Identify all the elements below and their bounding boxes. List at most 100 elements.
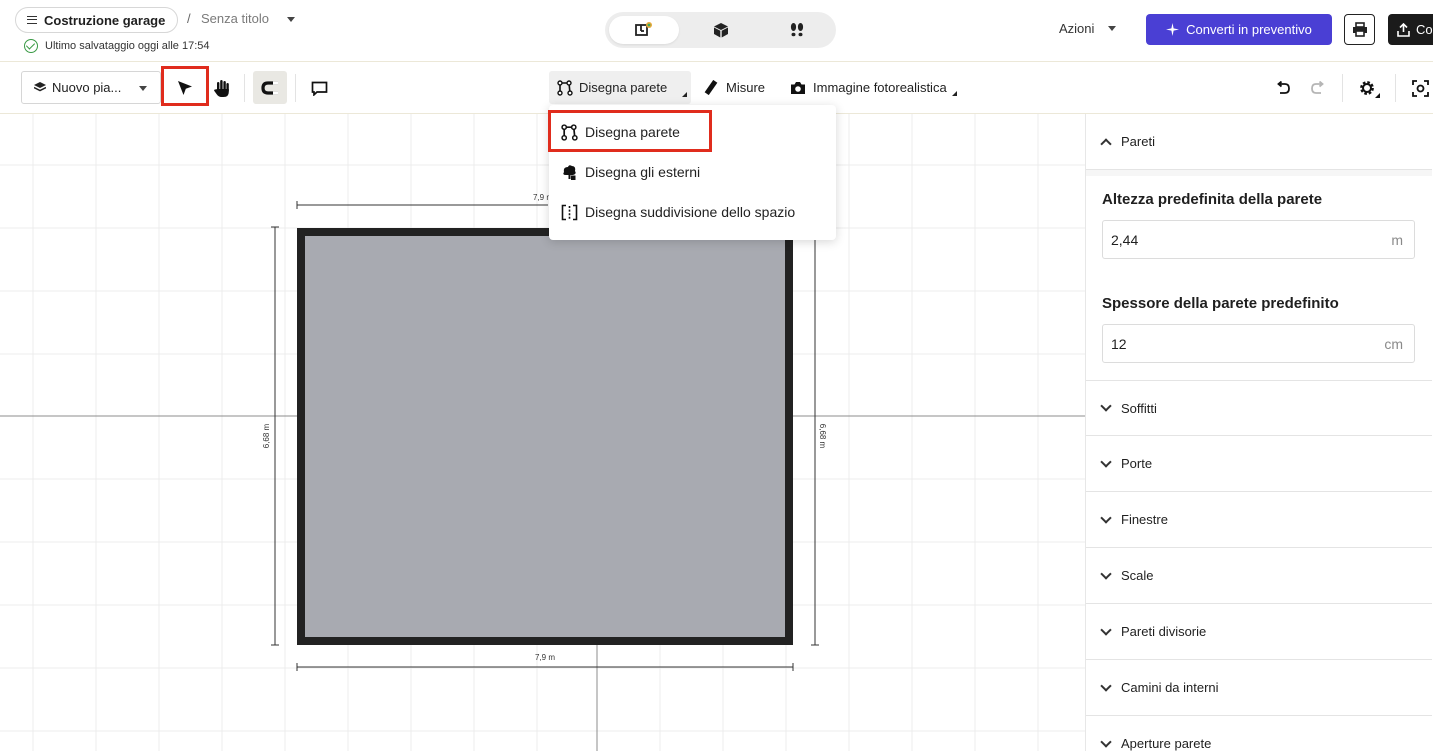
- section-doors-header[interactable]: Porte: [1086, 436, 1432, 492]
- hand-icon: [214, 79, 229, 97]
- sparkle-icon: [1166, 23, 1180, 36]
- cube-3d-icon: [714, 23, 728, 38]
- toolbar-divider: [1342, 74, 1343, 102]
- default-height-label: Altezza predefinita della parete: [1102, 191, 1323, 208]
- section-title: Scale: [1121, 568, 1154, 583]
- section-fireplaces-header[interactable]: Camini da interni: [1086, 660, 1432, 716]
- floor-label: Nuovo pia...: [52, 80, 122, 95]
- default-thickness-unit: cm: [1384, 336, 1403, 352]
- footprints-icon: [790, 23, 804, 37]
- dropdown-item-label: Disegna gli esterni: [585, 164, 701, 180]
- convert-label: Converti in preventivo: [1186, 22, 1312, 37]
- chevron-down-icon: [1108, 26, 1117, 31]
- photo-label: Immagine fotorealistica: [813, 80, 947, 95]
- gear-icon: [1360, 81, 1380, 98]
- ruler-icon: [704, 80, 718, 95]
- dropdown-item-draw-exterior[interactable]: Disegna gli esterni: [549, 152, 836, 192]
- title-caret-icon[interactable]: [287, 17, 295, 22]
- upload-icon: [1397, 22, 1410, 37]
- submenu-corner-icon: [951, 91, 957, 96]
- comment-icon: [311, 81, 327, 96]
- section-title: Porte: [1121, 456, 1153, 471]
- select-tool-highlight: [161, 66, 209, 106]
- section-walls-header[interactable]: Pareti: [1086, 114, 1432, 170]
- project-name: Costruzione garage: [44, 12, 166, 28]
- section-title: Pareti: [1121, 134, 1155, 149]
- photo-render-tool-button[interactable]: Immagine fotorealistica: [790, 80, 957, 96]
- room-garage[interactable]: [297, 228, 793, 645]
- view-3d-button[interactable]: [686, 16, 756, 44]
- redo-icon: [1310, 80, 1324, 94]
- print-button[interactable]: [1344, 14, 1375, 45]
- camera-icon: [791, 81, 805, 94]
- floor-select[interactable]: Nuovo pia...: [21, 71, 161, 104]
- toolbar-divider: [295, 74, 296, 102]
- section-windows-header[interactable]: Finestre: [1086, 492, 1432, 548]
- left-height-label: 6,68 m: [262, 423, 271, 448]
- section-title: Pareti divisorie: [1121, 624, 1207, 639]
- section-divider: [1086, 170, 1432, 176]
- section-ceilings-header[interactable]: Soffitti: [1086, 380, 1432, 436]
- fit-view-button[interactable]: [1408, 75, 1432, 101]
- section-title: Finestre: [1121, 512, 1168, 527]
- project-menu-button[interactable]: Costruzione garage: [15, 7, 179, 33]
- section-title: Soffitti: [1121, 400, 1157, 416]
- actions-menu[interactable]: Azioni: [1059, 21, 1117, 36]
- default-height-value: 2,44: [1111, 231, 1139, 248]
- breadcrumb-separator: /: [187, 11, 191, 26]
- comment-tool-button[interactable]: [307, 75, 331, 101]
- bottom-width-label: 7,9 m: [535, 653, 555, 662]
- header-bar: Costruzione garage / Senza titolo Ultimo…: [0, 0, 1433, 62]
- layers-icon: [34, 82, 46, 92]
- view-mode-switch: [605, 12, 836, 48]
- default-thickness-value: 12: [1111, 335, 1127, 352]
- settings-button[interactable]: [1354, 75, 1384, 101]
- focus-frame-icon: [1411, 79, 1429, 97]
- share-label: Co: [1416, 22, 1433, 37]
- undo-button[interactable]: [1270, 75, 1294, 101]
- toolbar-divider: [244, 74, 245, 102]
- magnet-icon: [261, 80, 278, 95]
- chevron-down-icon: [1100, 511, 1112, 524]
- printer-icon: [1352, 22, 1367, 37]
- submenu-corner-icon: [682, 92, 687, 97]
- wall-draw-icon: [557, 79, 573, 96]
- convert-to-quote-button[interactable]: Converti in preventivo: [1146, 14, 1332, 45]
- draw-wall-item-highlight: [548, 110, 712, 152]
- measures-tool-button[interactable]: Misure: [704, 80, 765, 95]
- section-title: Camini da interni: [1121, 680, 1219, 695]
- measures-label: Misure: [726, 80, 766, 95]
- default-thickness-input[interactable]: 12 cm: [1102, 324, 1415, 363]
- snap-toggle-button[interactable]: [253, 71, 287, 104]
- chevron-down-icon: [1100, 567, 1112, 580]
- app-window: Costruzione garage / Senza titolo Ultimo…: [0, 0, 1433, 751]
- save-status-text: Ultimo salvataggio oggi alle 17:54: [45, 40, 210, 52]
- chevron-down-icon: [1100, 455, 1112, 468]
- undo-icon: [1276, 80, 1290, 94]
- view-walkthrough-button[interactable]: [762, 16, 832, 44]
- default-height-unit: m: [1391, 232, 1403, 248]
- section-title: Aperture parete: [1121, 736, 1212, 751]
- chevron-down-icon: [1100, 623, 1112, 636]
- document-title[interactable]: Senza titolo: [201, 11, 269, 26]
- section-partitions-header[interactable]: Pareti divisorie: [1086, 604, 1432, 660]
- dropdown-item-draw-space-division[interactable]: Disegna suddivisione dello spazio: [549, 192, 836, 232]
- draw-wall-label: Disegna parete: [579, 80, 668, 95]
- pan-tool-button[interactable]: [210, 75, 234, 101]
- hamburger-icon: [27, 16, 37, 24]
- redo-button[interactable]: [1306, 75, 1330, 101]
- exterior-icon: [563, 164, 576, 180]
- chevron-down-icon: [1100, 400, 1112, 412]
- draw-wall-tool-button[interactable]: Disegna parete: [549, 71, 691, 104]
- default-thickness-label: Spessore della parete predefinito: [1102, 295, 1339, 312]
- save-status: Ultimo salvataggio oggi alle 17:54: [24, 39, 210, 53]
- section-wall-openings-header[interactable]: Aperture parete: [1086, 716, 1432, 751]
- view-2d-button[interactable]: [609, 16, 679, 44]
- chevron-up-icon: [1100, 137, 1112, 150]
- share-button[interactable]: Co: [1388, 14, 1433, 45]
- chevron-down-icon: [139, 86, 147, 91]
- section-stairs-header[interactable]: Scale: [1086, 548, 1432, 604]
- floor-plan-canvas[interactable]: 7,9 m 7,9 m 6,68 m 6,68 m: [0, 114, 1085, 751]
- check-circle-icon: [24, 39, 38, 53]
- default-height-input[interactable]: 2,44 m: [1102, 220, 1415, 259]
